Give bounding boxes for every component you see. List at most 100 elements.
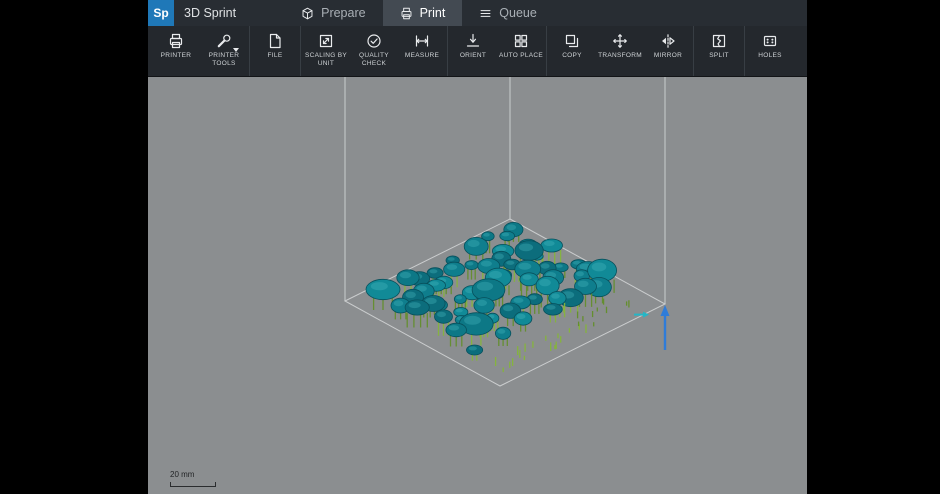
toolbar-icon-wrap [318, 32, 334, 49]
tab-print[interactable]: Print [382, 0, 463, 26]
tab-label: Prepare [321, 6, 366, 20]
model-highlight [503, 305, 514, 312]
tab-queue[interactable]: Queue [462, 0, 554, 26]
dropdown-arrow-icon [233, 48, 239, 52]
model-highlight [539, 278, 551, 287]
orient-icon [466, 33, 480, 47]
app-window: Sp 3D Sprint Prepare Print Queue PRINTER PR… [148, 0, 807, 494]
model-highlight [476, 281, 494, 291]
printer-icon [401, 7, 412, 19]
tab-icon-wrap [479, 7, 492, 20]
toolbar-group: ORIENT AUTO PLACE [448, 26, 547, 76]
toolbar-button-measure[interactable]: MEASURE [398, 26, 446, 76]
toolbar-group: HOLES [745, 26, 795, 76]
quality-check-icon [367, 33, 381, 48]
model-highlight [455, 308, 463, 313]
model-highlight [483, 233, 490, 237]
scale-bar-line [170, 482, 216, 487]
model-highlight [540, 263, 550, 269]
toolbar-icon-wrap [267, 32, 283, 49]
scaling-icon [319, 34, 333, 47]
toolbar-icon-wrap [414, 32, 430, 49]
toolbar-button-holes[interactable]: HOLES [746, 26, 794, 76]
model-highlight [551, 293, 560, 299]
toolbar-icon-wrap [366, 32, 382, 49]
transform-icon [613, 33, 627, 48]
toolbar-button-label: MIRROR [653, 52, 683, 59]
toolbar-button-label: ORIENT [459, 52, 487, 59]
model-highlight [546, 305, 556, 310]
model-highlight [576, 271, 584, 277]
copy-icon [565, 34, 579, 47]
toolbar-group: FILE [250, 26, 301, 76]
toolbar-icon-wrap [762, 32, 778, 49]
toolbar-button-label: PRINTER TOOLS [208, 52, 240, 68]
toolbar-group: SPLIT [694, 26, 745, 76]
model-highlight [577, 280, 589, 287]
toolbar-button-auto-place[interactable]: AUTO PLACE [497, 26, 545, 76]
tab-strip: Prepare Print Queue [284, 0, 554, 26]
tab-prepare[interactable]: Prepare [284, 0, 382, 26]
model-highlight [543, 240, 555, 246]
toolbar-icon-wrap [513, 32, 529, 49]
toolbar-button-quality-check[interactable]: QUALITY CHECK [350, 26, 398, 76]
toolbar-button-label: HOLES [758, 52, 782, 59]
model-highlight [518, 243, 534, 252]
toolbar-button-mirror[interactable]: MIRROR [644, 26, 692, 76]
split-icon [712, 34, 726, 47]
tab-label: Queue [499, 6, 537, 20]
toolbar-button-scaling-by-unit[interactable]: SCALING BY UNIT [302, 26, 350, 76]
model-highlight [448, 325, 460, 331]
model-highlight [405, 291, 416, 298]
toolbar-button-label: TRANSFORM [598, 52, 642, 59]
model-highlight [506, 224, 517, 231]
toolbar-button-orient[interactable]: ORIENT [449, 26, 497, 76]
toolbar-button-label: SPLIT [709, 52, 729, 59]
model-highlight [466, 261, 474, 266]
model-highlight [495, 246, 507, 252]
build-platform-scene [343, 77, 670, 387]
app-title: 3D Sprint [184, 6, 237, 20]
model-highlight [399, 271, 412, 279]
model-highlight [429, 269, 438, 274]
model-highlight [437, 311, 446, 318]
model-highlight [467, 239, 480, 248]
z-axis-arrow-icon[interactable] [660, 305, 670, 350]
toolbar-button-label: FILE [267, 52, 283, 59]
measure-icon [415, 34, 429, 47]
model-highlight [480, 260, 492, 267]
model-highlight [476, 299, 487, 306]
mirror-icon [662, 33, 675, 48]
toolbar-group: PRINTER PRINTER TOOLS [151, 26, 250, 76]
scale-bar-label: 20 mm [170, 470, 195, 479]
model-highlight [497, 329, 506, 334]
screen-background: Sp 3D Sprint Prepare Print Queue PRINTER PR… [0, 0, 940, 494]
model-highlight [393, 300, 404, 307]
toolbar-button-file[interactable]: FILE [251, 26, 299, 76]
viewport-3d[interactable]: 20 mm [148, 77, 807, 494]
model-highlight [516, 313, 526, 320]
toolbar-button-printer-tools[interactable]: PRINTER TOOLS [200, 26, 248, 76]
toolbar-button-label: MEASURE [404, 52, 440, 59]
toolbar-button-split[interactable]: SPLIT [695, 26, 743, 76]
toolbar-button-copy[interactable]: COPY [548, 26, 596, 76]
toolbar-button-printer[interactable]: PRINTER [152, 26, 200, 76]
tab-icon-wrap [400, 7, 413, 20]
toolbar-icon-wrap [660, 32, 676, 49]
toolbar-icon-wrap [465, 32, 481, 49]
model-cluster[interactable] [365, 222, 630, 373]
model-highlight [464, 315, 481, 325]
app-logo: Sp [148, 0, 174, 26]
model-highlight [494, 253, 504, 260]
toolbar-icon-wrap [612, 32, 628, 49]
main-toolbar: PRINTER PRINTER TOOLS FILE SCALING BY UNIT Q… [148, 26, 807, 77]
toolbar-button-label: COPY [562, 52, 582, 59]
toolbar-button-transform[interactable]: TRANSFORM [596, 26, 644, 76]
model-highlight [408, 302, 421, 309]
toolbar-button-label: PRINTER [160, 52, 192, 59]
tab-label: Print [419, 6, 446, 20]
model-highlight [522, 274, 532, 280]
cube-icon [302, 7, 313, 19]
title-bar: Sp 3D Sprint Prepare Print Queue [148, 0, 807, 26]
menu-icon [480, 9, 491, 17]
